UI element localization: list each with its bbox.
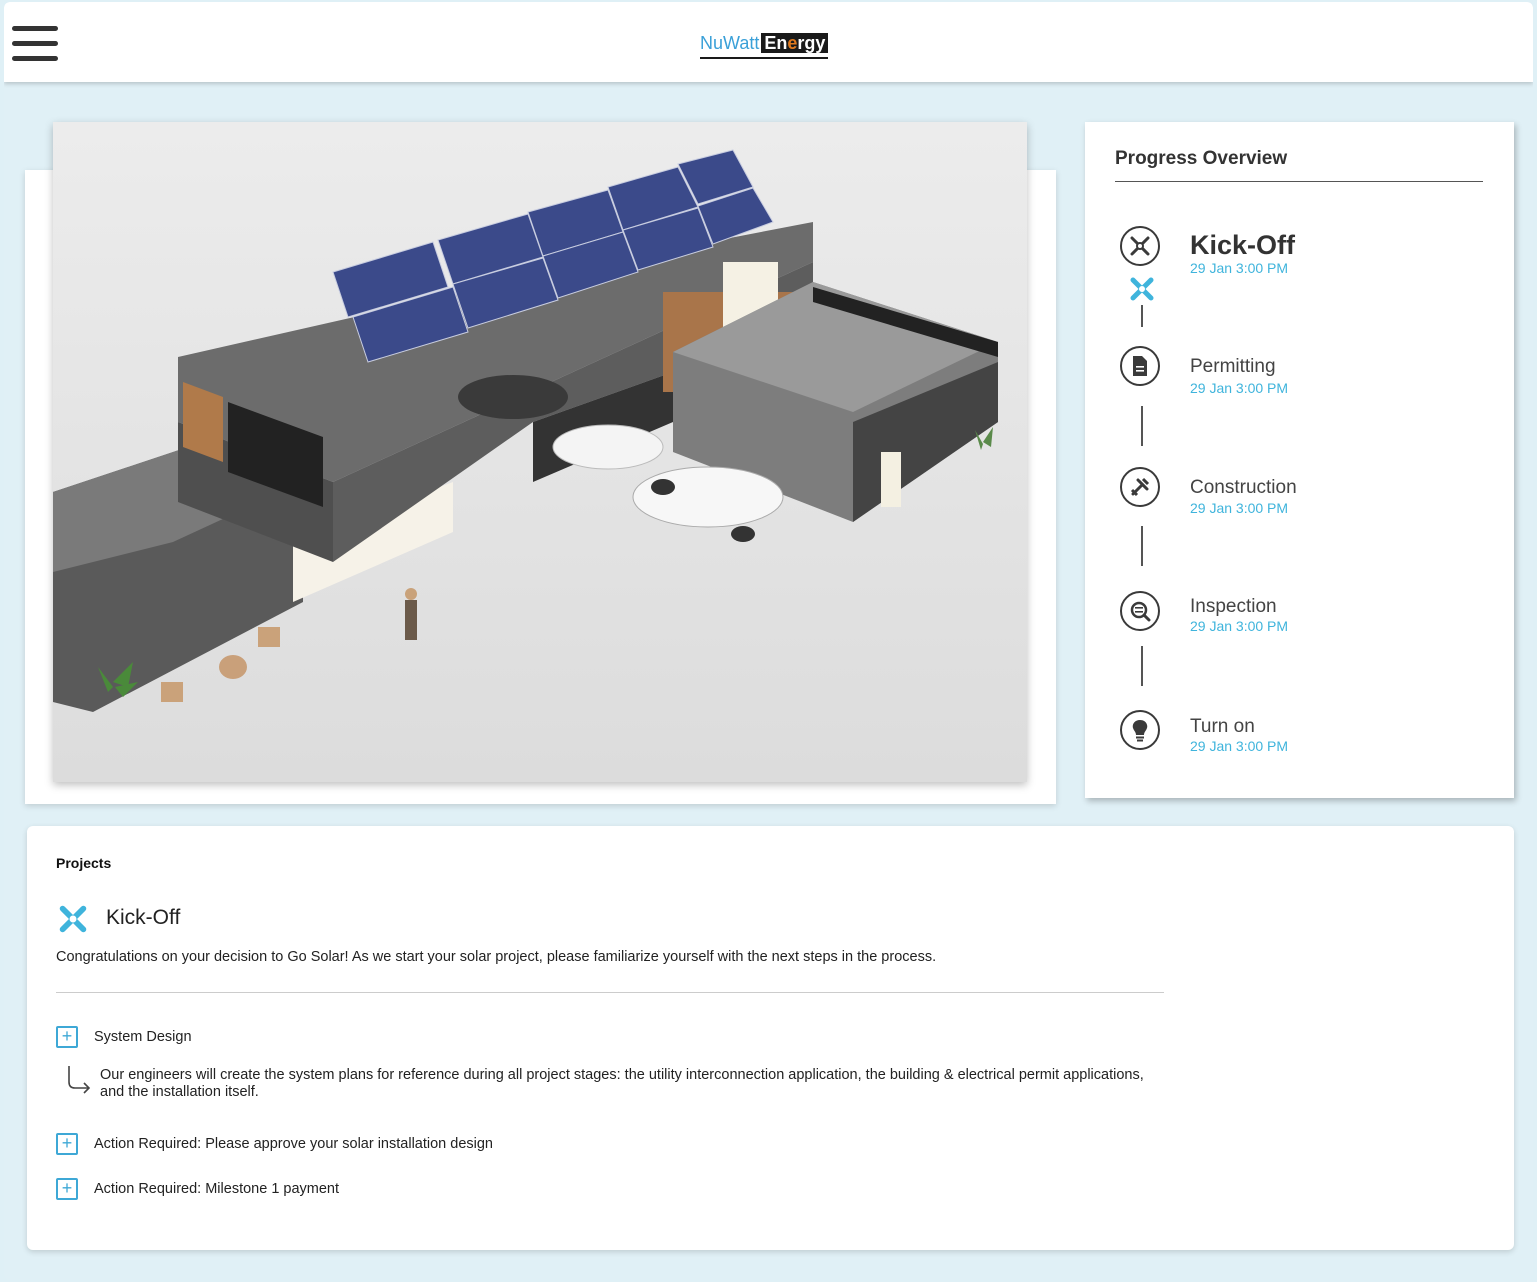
lightbulb-icon — [1120, 710, 1160, 750]
step-date: 29 Jan 3:00 PM — [1190, 380, 1289, 396]
section-divider — [56, 992, 1164, 993]
sub-item-arrow-icon — [65, 1064, 93, 1099]
item-detail: Our engineers will create the system pla… — [100, 1067, 1144, 1100]
step-date: 29 Jan 3:00 PM — [1190, 738, 1289, 754]
logo-text-energy: Energy — [761, 33, 829, 53]
progress-step-inspection[interactable]: Inspection 29 Jan 3:00 PM — [1085, 586, 1514, 656]
expand-milestone-payment-button[interactable]: + — [56, 1178, 78, 1200]
step-connector — [1141, 406, 1143, 446]
progress-step-permitting[interactable]: Permitting 29 Jan 3:00 PM — [1085, 346, 1514, 416]
step-name: Turn on — [1190, 716, 1255, 737]
tools-icon — [1120, 467, 1160, 507]
current-stage-title: Kick-Off — [106, 906, 181, 929]
progress-overview-card: Progress Overview Kick-Off 29 Jan 3:00 P… — [1085, 122, 1514, 798]
step-connector — [1141, 305, 1143, 327]
progress-divider — [1115, 181, 1483, 182]
progress-title: Progress Overview — [1115, 148, 1288, 169]
step-name: Permitting — [1190, 356, 1276, 377]
stage-description: Congratulations on your decision to Go S… — [56, 949, 937, 965]
step-date: 29 Jan 3:00 PM — [1190, 500, 1289, 516]
nuwatt-logo[interactable]: NuWatt Energy — [700, 31, 829, 59]
kickoff-tools-icon — [58, 904, 88, 939]
active-stage-marker-icon — [1129, 276, 1155, 307]
top-bar: NuWatt Energy — [4, 2, 1533, 82]
step-name: Construction — [1190, 477, 1297, 498]
expand-approve-design-button[interactable]: + — [56, 1133, 78, 1155]
projects-card: Projects Kick-Off Congratulations on you… — [27, 826, 1514, 1250]
house-rendering-image — [53, 122, 1027, 782]
inspect-search-icon — [1120, 591, 1160, 631]
step-date: 29 Jan 3:00 PM — [1190, 618, 1289, 634]
projects-heading: Projects — [56, 855, 112, 871]
expand-system-design-button[interactable]: + — [56, 1026, 78, 1048]
step-name: Inspection — [1190, 596, 1277, 617]
menu-icon[interactable] — [12, 26, 58, 62]
progress-step-construction[interactable]: Construction 29 Jan 3:00 PM — [1085, 467, 1514, 537]
step-connector — [1141, 646, 1143, 686]
step-date: 29 Jan 3:00 PM — [1190, 260, 1289, 276]
item-label: Action Required: Please approve your sol… — [94, 1136, 493, 1152]
progress-step-turn-on[interactable]: Turn on 29 Jan 3:00 PM — [1085, 706, 1514, 776]
document-icon — [1120, 346, 1160, 386]
item-label: Action Required: Milestone 1 payment — [94, 1181, 340, 1197]
step-name: Kick-Off — [1190, 230, 1296, 260]
item-label: System Design — [94, 1029, 192, 1045]
step-connector — [1141, 526, 1143, 566]
kickoff-tools-icon — [1120, 226, 1160, 266]
logo-text-nuwatt: NuWatt — [700, 33, 760, 53]
app-frame: NuWatt Energy Progress Overview Kick-Off… — [4, 2, 1533, 1280]
